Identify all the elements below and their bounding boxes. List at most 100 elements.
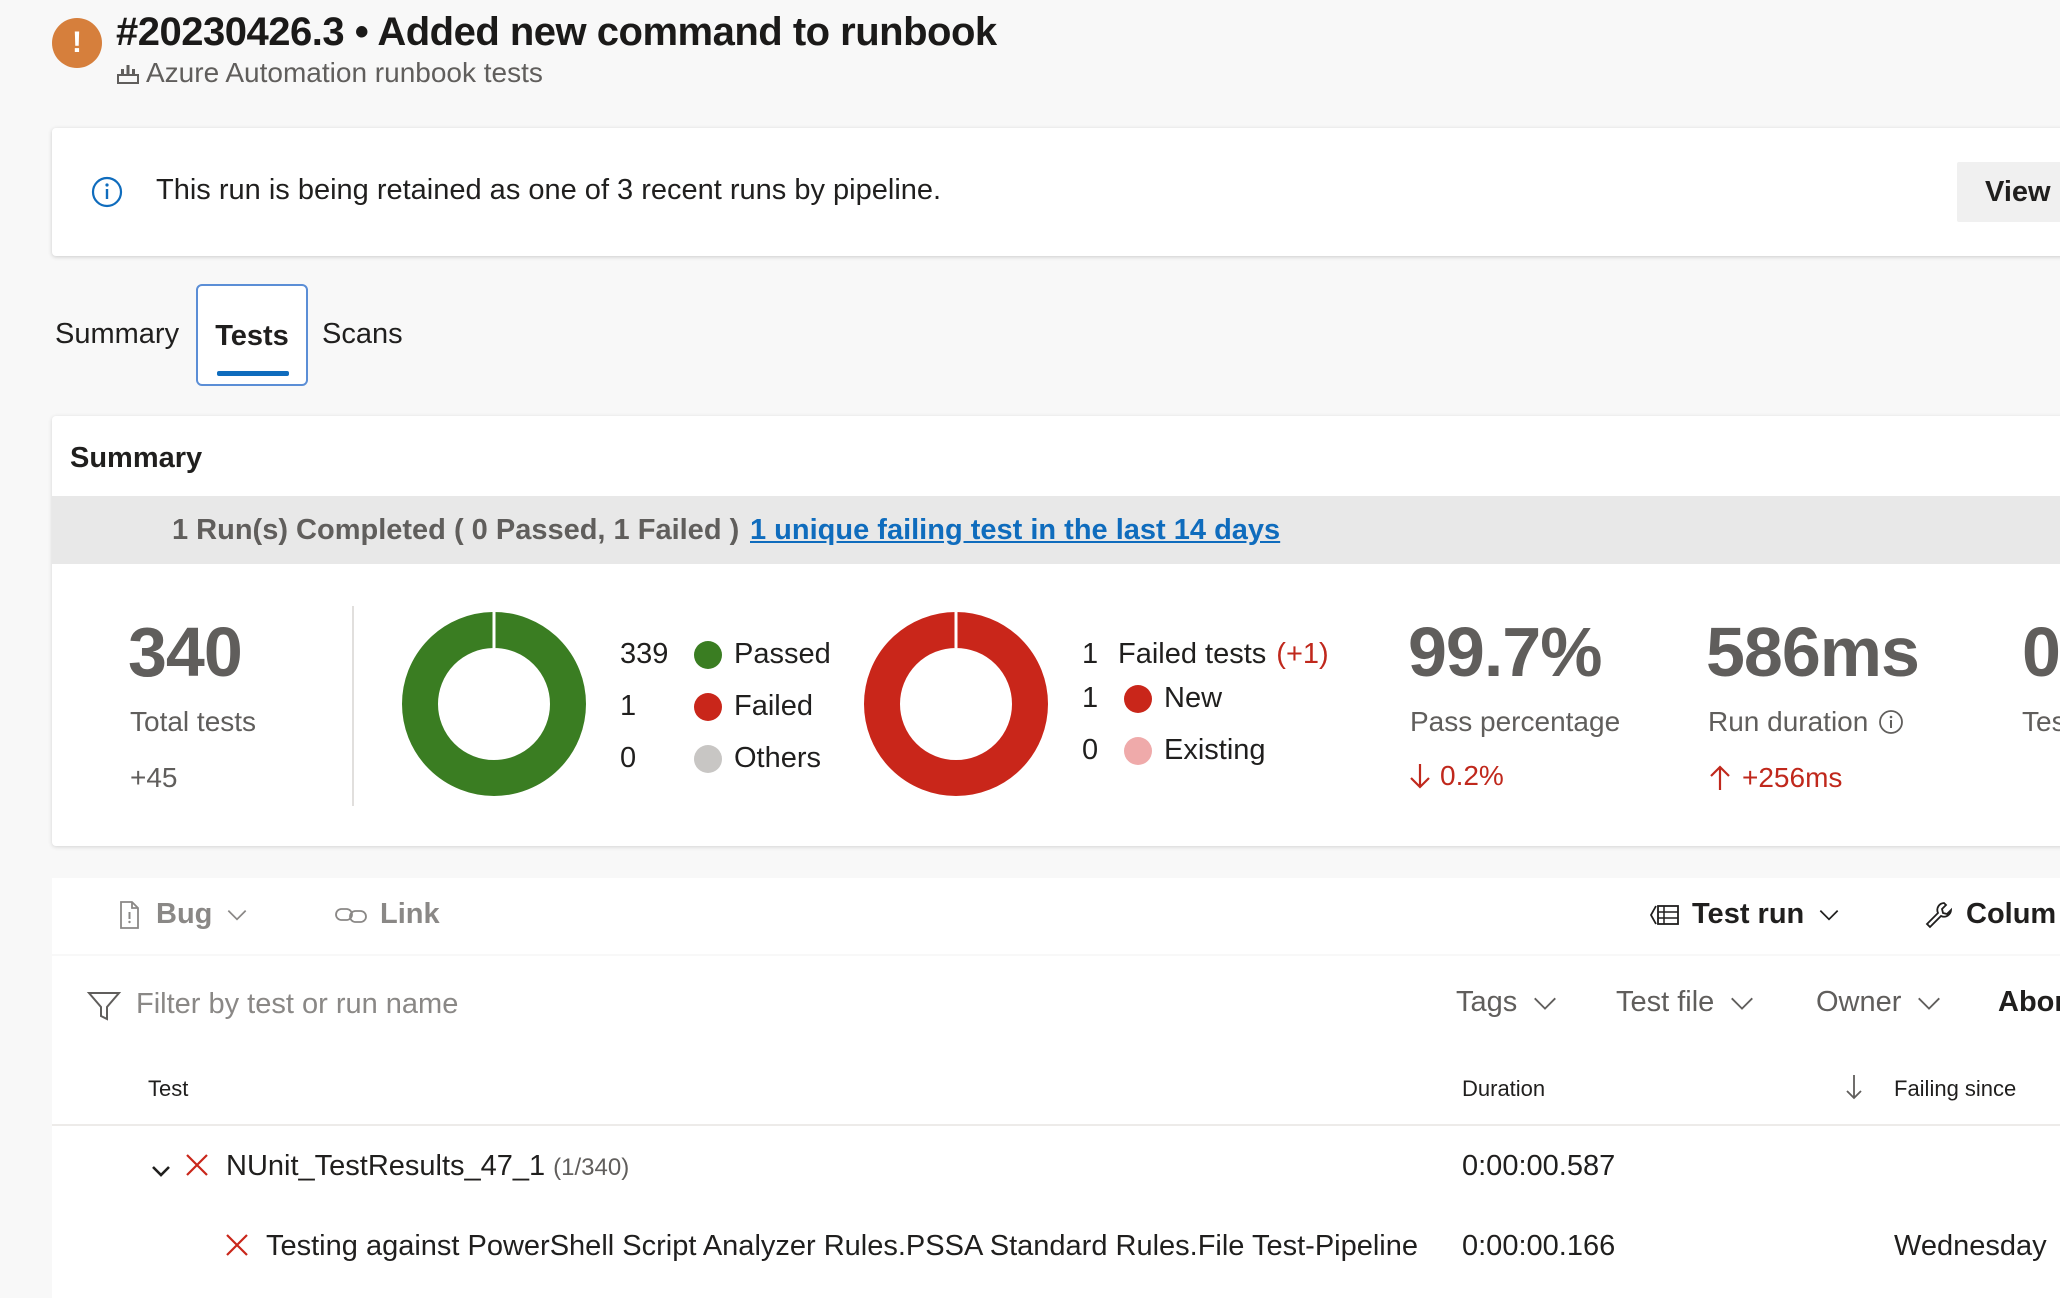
tags-filter-label: Tags [1456,986,1518,1018]
others-dot [694,744,722,773]
tab-tests[interactable]: Tests [196,284,308,386]
bug-button[interactable]: Bug [114,898,250,931]
filter-input[interactable] [136,980,836,1028]
run-duration-delta-text: +256ms [1742,762,1843,793]
link-label: Link [380,898,440,930]
legend-failed-tests: 1 Failed tests (+1) [1082,638,1329,671]
failed-label: Failed [734,690,813,722]
failed-x-icon [186,1154,208,1176]
table-row-failing-since: Wednesday [1894,1230,2047,1262]
failed-tests-label: Failed tests [1118,638,1267,670]
outcome-donut-chart [402,612,586,796]
failures-donut-chart [864,612,1048,796]
test-summary-card: Summary 1 Run(s) Completed ( 0 Passed, 1… [52,416,2060,846]
sort-descending-icon[interactable] [1842,1072,1866,1102]
outcome-donut-segment-passed [402,612,586,796]
summary-divider [352,606,354,806]
tab-tests-label: Tests [215,320,289,352]
run-duration-label: Run duration [1708,706,1869,737]
failures-donut-segment-new [864,612,1048,796]
passed-count: 339 [620,638,669,670]
pass-percentage-delta-text: 0.2% [1440,760,1504,791]
failed-count: 1 [620,690,637,722]
filter-icon [86,992,122,1021]
chevron-down-icon [1918,997,1941,1010]
clipped-metric-label: Tes [2022,706,2060,737]
selected-tab-indicator [217,371,289,376]
column-header-duration[interactable]: Duration [1462,1076,1545,1102]
outcome-filter-label: Abor [1998,986,2060,1018]
owner-filter-dropdown[interactable]: Owner [1816,986,1943,1019]
run-duration-value: 586ms [1706,613,1920,691]
warning-status-icon: ! [52,18,102,68]
chevron-down-icon[interactable] [150,1160,172,1182]
passed-label: Passed [734,638,831,670]
pipeline-icon [117,65,139,84]
table-row-group[interactable]: NUnit_TestResults_47_1 (1/340) [226,1150,629,1183]
pass-percentage-label: Pass percentage [1410,706,1621,737]
failed-x-icon [226,1234,248,1256]
header-divider [52,1124,2060,1126]
legend-new: 1 New [1082,682,1222,715]
clipped-metric-value: 0 [2022,613,2060,691]
column-header-test[interactable]: Test [148,1076,188,1102]
existing-dot [1124,736,1152,765]
legend-passed: 339 Passed [620,638,831,671]
failed-tests-delta: (+1) [1276,638,1329,670]
link-button[interactable]: Link [334,898,440,931]
total-tests-delta: +45 [130,762,178,793]
pipeline-name[interactable]: Azure Automation runbook tests [116,57,543,89]
unique-failing-test-link[interactable]: 1 unique failing test in the last 14 day… [750,514,1280,547]
chevron-down-icon [1819,909,1839,921]
wrench-icon [1925,901,1953,928]
new-count: 1 [1082,682,1099,714]
new-label: New [1164,682,1223,714]
column-header-failing-since[interactable]: Failing since [1894,1076,2016,1102]
existing-count: 0 [1082,734,1099,766]
legend-existing: 0 Existing [1082,734,1266,767]
group-by-test-run-button[interactable]: Test run [1648,898,1842,931]
test-file-filter-dropdown[interactable]: Test file [1616,986,1756,1019]
existing-label: Existing [1164,734,1266,766]
test-file-filter-label: Test file [1616,986,1715,1018]
bug-label: Bug [156,898,213,930]
group-name: NUnit_TestResults_47_1 [226,1150,546,1182]
info-icon [91,176,123,208]
link-icon [335,907,367,923]
new-dot [1124,684,1152,713]
tab-scans[interactable]: Scans [322,318,403,351]
page-title: #20230426.3 • Added new command to runbo… [116,10,997,54]
others-label: Others [734,742,822,774]
run-duration-delta: +256ms [1708,762,1842,794]
test-run-label: Test run [1692,898,1805,930]
legend-failed: 1 Failed [620,690,813,723]
chevron-down-icon [228,909,247,921]
table-row-duration: 0:00:00.166 [1462,1230,1616,1262]
filter-bar: Tags Test file Owner Abor [52,956,2060,1052]
chevron-down-icon [1534,997,1557,1010]
tab-summary[interactable]: Summary [55,318,179,351]
tests-toolbar: Bug Link Test run Colum [52,878,2060,954]
column-options-button[interactable]: Colum [1924,898,2056,931]
failed-tests-count: 1 [1082,638,1099,670]
summary-title: Summary [70,442,203,474]
owner-filter-label: Owner [1816,986,1902,1018]
group-count: (1/340) [553,1154,630,1181]
run-duration-label-group: Run duration [1708,706,1904,738]
pass-percentage-delta: 0.2% [1408,760,1504,792]
total-tests-value: 340 [128,613,243,691]
test-results-table: Test Duration Failing since NUnit_TestRe… [52,1052,2060,1298]
banner-message: This run is being retained as one of 3 r… [156,174,942,206]
group-by-icon [1649,904,1679,925]
legend-others: 0 Others [620,742,821,775]
outcome-filter-dropdown[interactable]: Abor [1998,986,2060,1019]
passed-dot [694,640,722,669]
total-tests-label: Total tests [130,706,257,737]
info-icon[interactable] [1878,709,1904,735]
others-count: 0 [620,742,637,774]
table-row-test-name[interactable]: Testing against PowerShell Script Analyz… [266,1230,1418,1263]
tags-filter-dropdown[interactable]: Tags [1456,986,1559,1019]
view-retention-button[interactable]: View r [1957,162,2060,222]
pipeline-name-text: Azure Automation runbook tests [146,57,543,88]
bug-document-icon [120,900,139,929]
